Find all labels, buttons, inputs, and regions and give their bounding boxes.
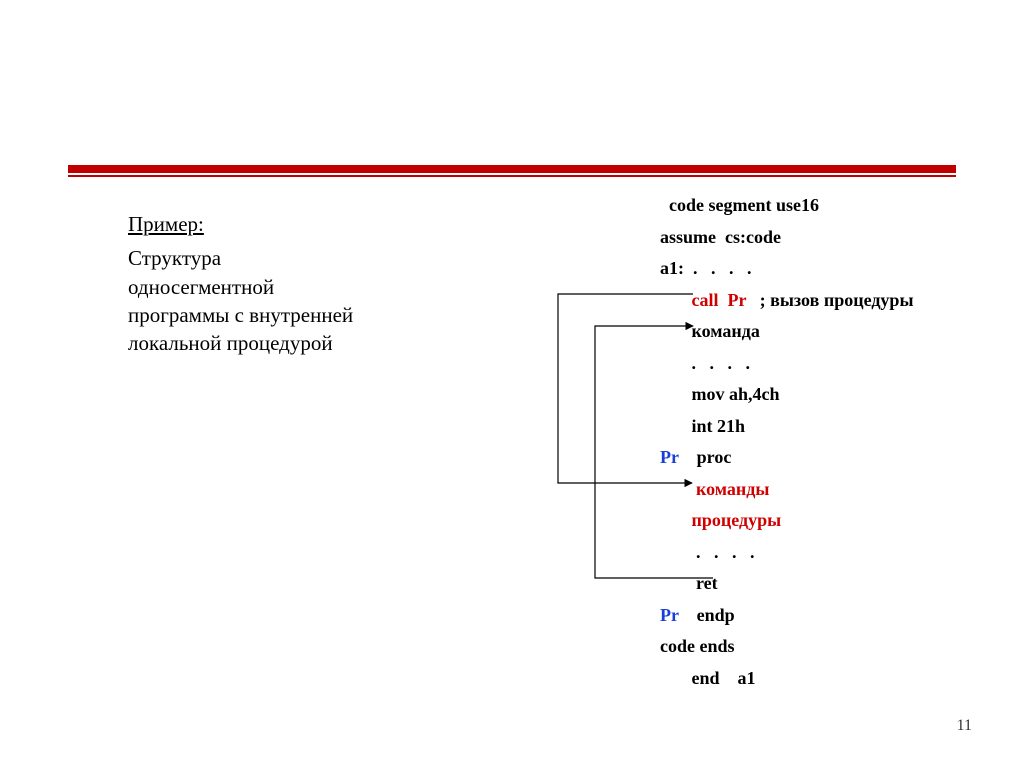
code-l9-pr: Pr <box>660 447 679 467</box>
description-block: Пример: Структура односегментной програм… <box>128 210 353 358</box>
code-line-14: Pr endp <box>660 600 914 632</box>
code-line-7: mov ah,4ch <box>660 379 914 411</box>
code-line-4: call Pr ; вызов процедуры <box>660 285 914 317</box>
header-divider-thin <box>68 175 956 177</box>
code-line-12: . . . . <box>660 537 914 569</box>
code-l14-pr: Pr <box>660 605 679 625</box>
code-l4-part-b: call Pr <box>692 290 747 310</box>
code-listing: code segment use16 assume cs:code a1: . … <box>660 190 914 694</box>
code-line-3: a1: . . . . <box>660 253 914 285</box>
desc-line-3: программы с внутренней <box>128 303 353 327</box>
example-label: Пример: <box>128 210 353 238</box>
header-divider-thick <box>68 165 956 173</box>
code-line-15: code ends <box>660 631 914 663</box>
page-number: 11 <box>957 717 972 735</box>
code-line-13: ret <box>660 568 914 600</box>
code-l9-proc: proc <box>679 447 732 467</box>
code-line-1: code segment use16 <box>660 190 914 222</box>
code-line-11: процедуры <box>660 505 914 537</box>
code-line-9: Pr proc <box>660 442 914 474</box>
desc-line-4: локальной процедурой <box>128 331 333 355</box>
code-line-8: int 21h <box>660 411 914 443</box>
header-divider <box>68 165 956 177</box>
code-line-16: end a1 <box>660 663 914 695</box>
desc-line-1: Структура <box>128 246 221 270</box>
code-line-2: assume cs:code <box>660 222 914 254</box>
code-l14-endp: endp <box>679 605 735 625</box>
code-l4-part-a <box>660 290 692 310</box>
code-line-10: команды <box>660 474 914 506</box>
code-line-6: . . . . <box>660 348 914 380</box>
code-l4-part-c: ; вызов процедуры <box>746 290 913 310</box>
desc-line-2: односегментной <box>128 275 274 299</box>
code-line-5: команда <box>660 316 914 348</box>
